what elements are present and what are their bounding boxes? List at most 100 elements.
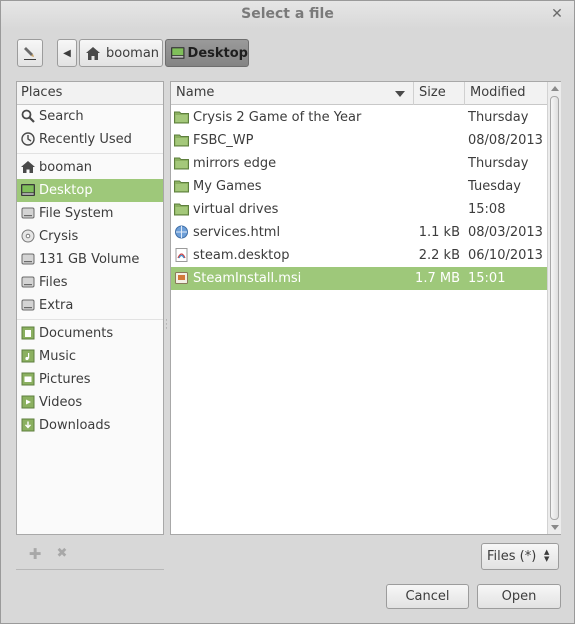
drive-icon — [21, 207, 35, 219]
sidebar-item-desktop[interactable]: Desktop — [17, 179, 163, 202]
table-row[interactable]: SteamInstall.msi 1.7 MB 15:01 — [171, 267, 547, 290]
cancel-button-label: Cancel — [405, 589, 450, 604]
sidebar-item-label: Music — [39, 349, 76, 364]
breadcrumb-desktop-label: Desktop — [187, 45, 248, 61]
updown-arrows-icon: ▲ ▼ — [544, 548, 550, 563]
html-file-icon — [175, 225, 188, 239]
recent-icon — [21, 132, 35, 146]
sidebar-item-search[interactable]: Search — [17, 105, 163, 128]
breadcrumb-home[interactable]: booman — [79, 39, 163, 67]
file-chooser-dialog: Select a file ✕ ◀ booman Desktop Places — [0, 0, 575, 624]
places-header[interactable]: Places — [17, 82, 163, 105]
column-header-label: Name — [176, 85, 215, 100]
file-modified: Tuesday — [468, 179, 521, 194]
table-row[interactable]: steam.desktop 2.2 kB 06/10/2013 — [171, 244, 547, 267]
file-modified: 08/08/2013 — [468, 133, 543, 148]
folder-videos-icon — [21, 395, 35, 409]
sidebar-item-label: Search — [39, 109, 84, 124]
sidebar-item-documents[interactable]: Documents — [17, 322, 163, 345]
table-row[interactable]: Crysis 2 Game of the Year Thursday — [171, 106, 547, 129]
folder-music-icon — [21, 349, 35, 363]
column-header-size[interactable]: Size — [414, 82, 465, 105]
file-rows: Crysis 2 Game of the Year Thursday FSBC_… — [171, 106, 547, 290]
msi-file-icon — [175, 272, 188, 284]
file-name: My Games — [193, 179, 262, 194]
file-name: SteamInstall.msi — [193, 271, 302, 286]
scrollbar-thumb[interactable] — [550, 96, 559, 520]
add-bookmark-icon[interactable]: ✚ — [26, 545, 44, 563]
file-modified: 06/10/2013 — [468, 248, 543, 263]
chevron-left-icon: ◀ — [63, 47, 71, 59]
sidebar-item-label: booman — [39, 160, 93, 175]
search-icon — [21, 109, 35, 123]
file-name: FSBC_WP — [193, 133, 254, 148]
open-button-label: Open — [501, 589, 537, 604]
cancel-button[interactable]: Cancel — [386, 584, 469, 609]
sidebar-item-label: Pictures — [39, 372, 91, 387]
table-row[interactable]: virtual drives 15:08 — [171, 198, 547, 221]
breadcrumb-home-label: booman — [106, 45, 160, 61]
file-name: steam.desktop — [193, 248, 290, 263]
folder-icon — [174, 180, 189, 193]
sidebar-item-recently-used[interactable]: Recently Used — [17, 128, 163, 151]
sidebar-item-label: Downloads — [39, 418, 111, 433]
file-size: 1.1 kB — [418, 225, 460, 240]
divider — [17, 319, 163, 320]
drive-icon — [21, 276, 35, 288]
disc-icon — [21, 229, 35, 243]
folder-documents-icon — [21, 326, 35, 340]
pane-resize-handle[interactable]: · · · — [165, 317, 169, 334]
sidebar-item-files[interactable]: Files — [17, 271, 163, 294]
file-size: 2.2 kB — [418, 248, 460, 263]
sort-descending-icon — [395, 91, 405, 97]
file-list-header: Name Size Modified — [171, 82, 547, 105]
places-header-label: Places — [21, 85, 63, 100]
file-name: virtual drives — [193, 202, 279, 217]
column-header-name[interactable]: Name — [171, 82, 414, 105]
table-row[interactable]: My Games Tuesday — [171, 175, 547, 198]
file-modified: 08/03/2013 — [468, 225, 543, 240]
sidebar-item-downloads[interactable]: Downloads — [17, 414, 163, 437]
breadcrumb-desktop[interactable]: Desktop — [165, 39, 249, 67]
table-row[interactable]: FSBC_WP 08/08/2013 — [171, 129, 547, 152]
sidebar-item-home[interactable]: booman — [17, 156, 163, 179]
sidebar-item-file-system[interactable]: File System — [17, 202, 163, 225]
file-filter-value: Files (*) — [487, 549, 537, 564]
file-list-view: Name Size Modified Crysis 2 Game of the … — [170, 81, 561, 535]
desktop-icon — [21, 184, 35, 196]
open-button[interactable]: Open — [477, 584, 561, 609]
sidebar-item-label: Crysis — [39, 229, 79, 244]
sidebar-item-crysis[interactable]: Crysis — [17, 225, 163, 248]
window-title: Select a file — [241, 6, 334, 22]
remove-bookmark-icon[interactable]: ✖ — [53, 545, 71, 563]
sidebar-item-label: Files — [39, 275, 68, 290]
path-back-button[interactable]: ◀ — [57, 39, 77, 67]
sidebar-item-label: File System — [39, 206, 114, 221]
sidebar-item-pictures[interactable]: Pictures — [17, 368, 163, 391]
sidebar-item-label: Documents — [39, 326, 114, 341]
file-modified: 15:01 — [468, 271, 506, 286]
scroll-up-icon[interactable] — [551, 86, 559, 91]
scroll-down-icon[interactable] — [551, 525, 559, 530]
vertical-scrollbar[interactable] — [547, 82, 561, 534]
desktop-file-icon — [175, 248, 188, 262]
table-row[interactable]: services.html 1.1 kB 08/03/2013 — [171, 221, 547, 244]
desktop-icon — [171, 47, 185, 59]
sidebar-item-131gb-volume[interactable]: 131 GB Volume — [17, 248, 163, 271]
sidebar-item-extra[interactable]: Extra — [17, 294, 163, 317]
close-icon[interactable]: ✕ — [550, 7, 564, 21]
folder-icon — [174, 134, 189, 147]
divider — [17, 153, 163, 154]
file-name: Crysis 2 Game of the Year — [193, 110, 362, 125]
places-sidebar: Places Search Recently Used booman Deskt… — [16, 81, 164, 535]
column-header-modified[interactable]: Modified — [465, 82, 547, 105]
file-modified: Thursday — [468, 110, 529, 125]
sidebar-item-music[interactable]: Music — [17, 345, 163, 368]
table-row[interactable]: mirrors edge Thursday — [171, 152, 547, 175]
folder-pictures-icon — [21, 372, 35, 386]
bookmark-toolbar: ✚ ✖ — [16, 541, 164, 570]
file-filter-select[interactable]: Files (*) ▲ ▼ — [481, 543, 559, 570]
type-location-button[interactable] — [17, 39, 43, 67]
sidebar-item-label: Extra — [39, 298, 74, 313]
sidebar-item-videos[interactable]: Videos — [17, 391, 163, 414]
